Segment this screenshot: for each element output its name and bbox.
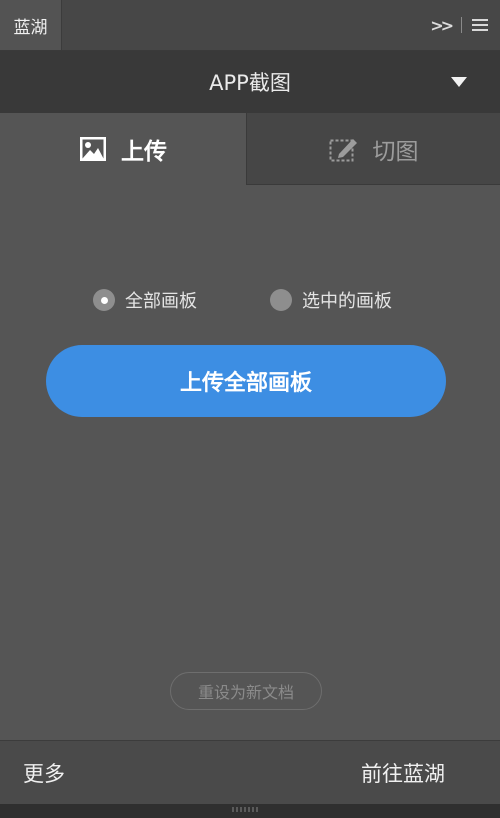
plugin-panel: 蓝湖 >> APP截图 上传 切图 全部画板 选中的画板 上传全部画板 重设为新…	[0, 0, 500, 818]
hamburger-menu-icon[interactable]	[472, 19, 488, 31]
resize-grip-icon[interactable]	[232, 807, 260, 812]
panel-tab-label: 蓝湖	[13, 17, 48, 38]
more-link[interactable]: 更多	[23, 741, 65, 805]
reset-new-document-button[interactable]: 重设为新文档	[170, 672, 322, 710]
artboard-scope-options: 全部画板 选中的画板	[0, 285, 500, 315]
project-dropdown[interactable]: APP截图	[0, 51, 500, 113]
slice-icon	[329, 138, 357, 161]
panel-controls: >>	[430, 0, 488, 50]
divider	[461, 17, 462, 33]
radio-checked-icon[interactable]	[93, 289, 115, 311]
radio-all-label: 全部画板	[125, 291, 197, 312]
mode-tabs: 上传 切图	[0, 113, 500, 185]
image-icon	[80, 137, 106, 161]
radio-all-artboards[interactable]: 全部画板	[93, 285, 197, 315]
dropdown-label: APP截图	[209, 71, 291, 95]
radio-selected-artboards[interactable]: 选中的画板	[270, 285, 392, 315]
radio-unchecked-icon[interactable]	[270, 289, 292, 311]
footer: 更多 前往蓝湖	[0, 740, 500, 804]
tab-slice[interactable]: 切图	[246, 113, 500, 185]
tab-upload[interactable]: 上传	[0, 113, 246, 185]
upload-all-button[interactable]: 上传全部画板	[46, 345, 446, 417]
resize-strip	[0, 804, 500, 818]
tab-upload-label: 上传	[121, 139, 167, 165]
radio-selected-label: 选中的画板	[302, 291, 392, 312]
panel-tab-bar: 蓝湖 >>	[0, 0, 500, 51]
tab-slice-label: 切图	[372, 138, 419, 165]
panel-tab[interactable]: 蓝湖	[0, 0, 62, 50]
double-chevron-right-icon[interactable]: >>	[430, 16, 454, 35]
caret-down-icon	[451, 77, 467, 87]
go-to-lanhu-link[interactable]: 前往蓝湖	[361, 741, 445, 805]
